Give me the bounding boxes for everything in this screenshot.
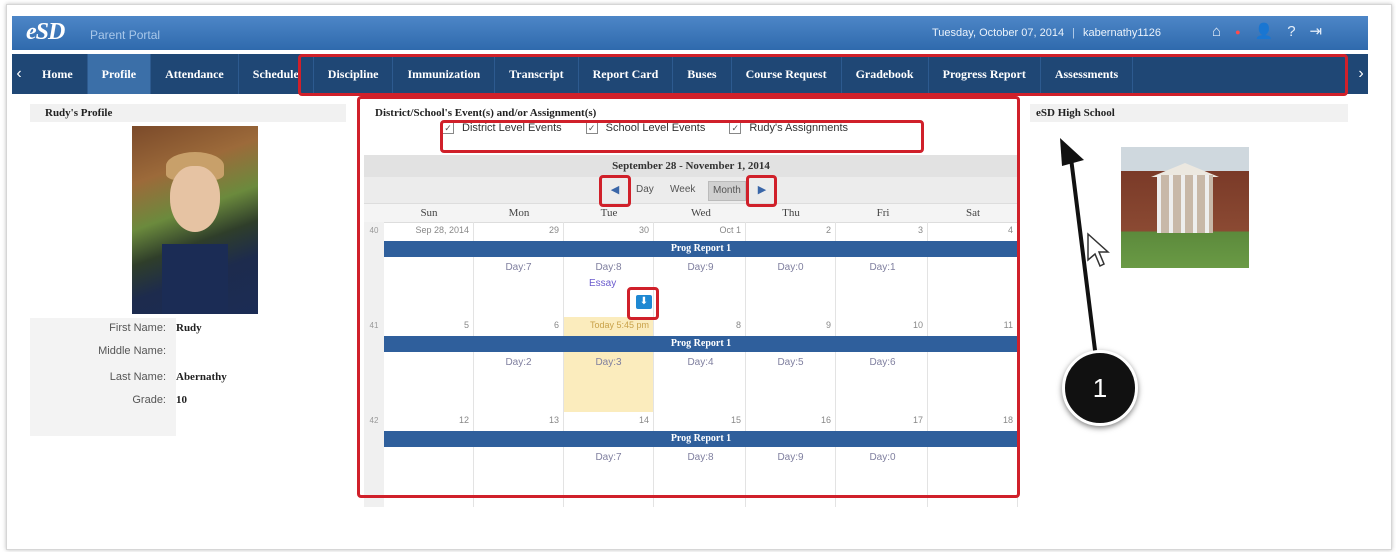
user-icon[interactable]: 👤 [1255,22,1274,42]
top-bar: eSD Parent Portal Tuesday, October 07, 2… [12,16,1368,50]
field-middle-name: Middle Name: [98,345,166,357]
student-photo [132,126,258,314]
highlight-nav-box [298,54,1348,96]
nav-tab-profile[interactable]: Profile [87,54,152,94]
highlight-next-box [746,175,777,207]
highlight-calendar-box [357,96,1020,498]
home-icon[interactable]: ⌂ [1212,22,1221,42]
field-last-name: Last Name: Abernathy [109,371,227,383]
highlight-prev-box [599,175,631,207]
profile-title: Rudy's Profile [45,107,113,119]
nav-right-arrow-icon[interactable]: › [1354,54,1368,94]
logo-subtitle: Parent Portal [90,28,161,42]
username-link[interactable]: kabernathy1126 [1083,27,1161,39]
date-user-info: Tuesday, October 07, 2014 | kabernathy1126 [932,27,1162,39]
school-name: eSD High School [1036,107,1115,119]
notification-icon[interactable]: ● [1235,22,1240,42]
school-photo [1121,147,1249,268]
esd-logo: eSD [26,19,65,45]
field-first-name: First Name: Rudy [109,322,202,334]
current-date: Tuesday, October 07, 2014 [932,27,1065,39]
logout-icon[interactable]: ⇥ [1310,22,1323,42]
nav-left-arrow-icon[interactable]: ‹ [12,54,26,94]
nav-tab-attendance[interactable]: Attendance [151,54,239,94]
step-badge: 1 [1062,350,1138,426]
mouse-cursor-icon [1087,232,1110,268]
profile-fields: First Name: Rudy Middle Name: Last Name:… [30,318,346,436]
help-icon[interactable]: ? [1287,22,1295,42]
highlight-download-box [627,287,659,320]
top-icons: ⌂ ● 👤 ? ⇥ [1212,22,1322,42]
nav-tab-home[interactable]: Home [28,54,88,94]
field-grade: Grade: 10 [132,394,187,406]
highlight-filters-box [440,120,924,153]
